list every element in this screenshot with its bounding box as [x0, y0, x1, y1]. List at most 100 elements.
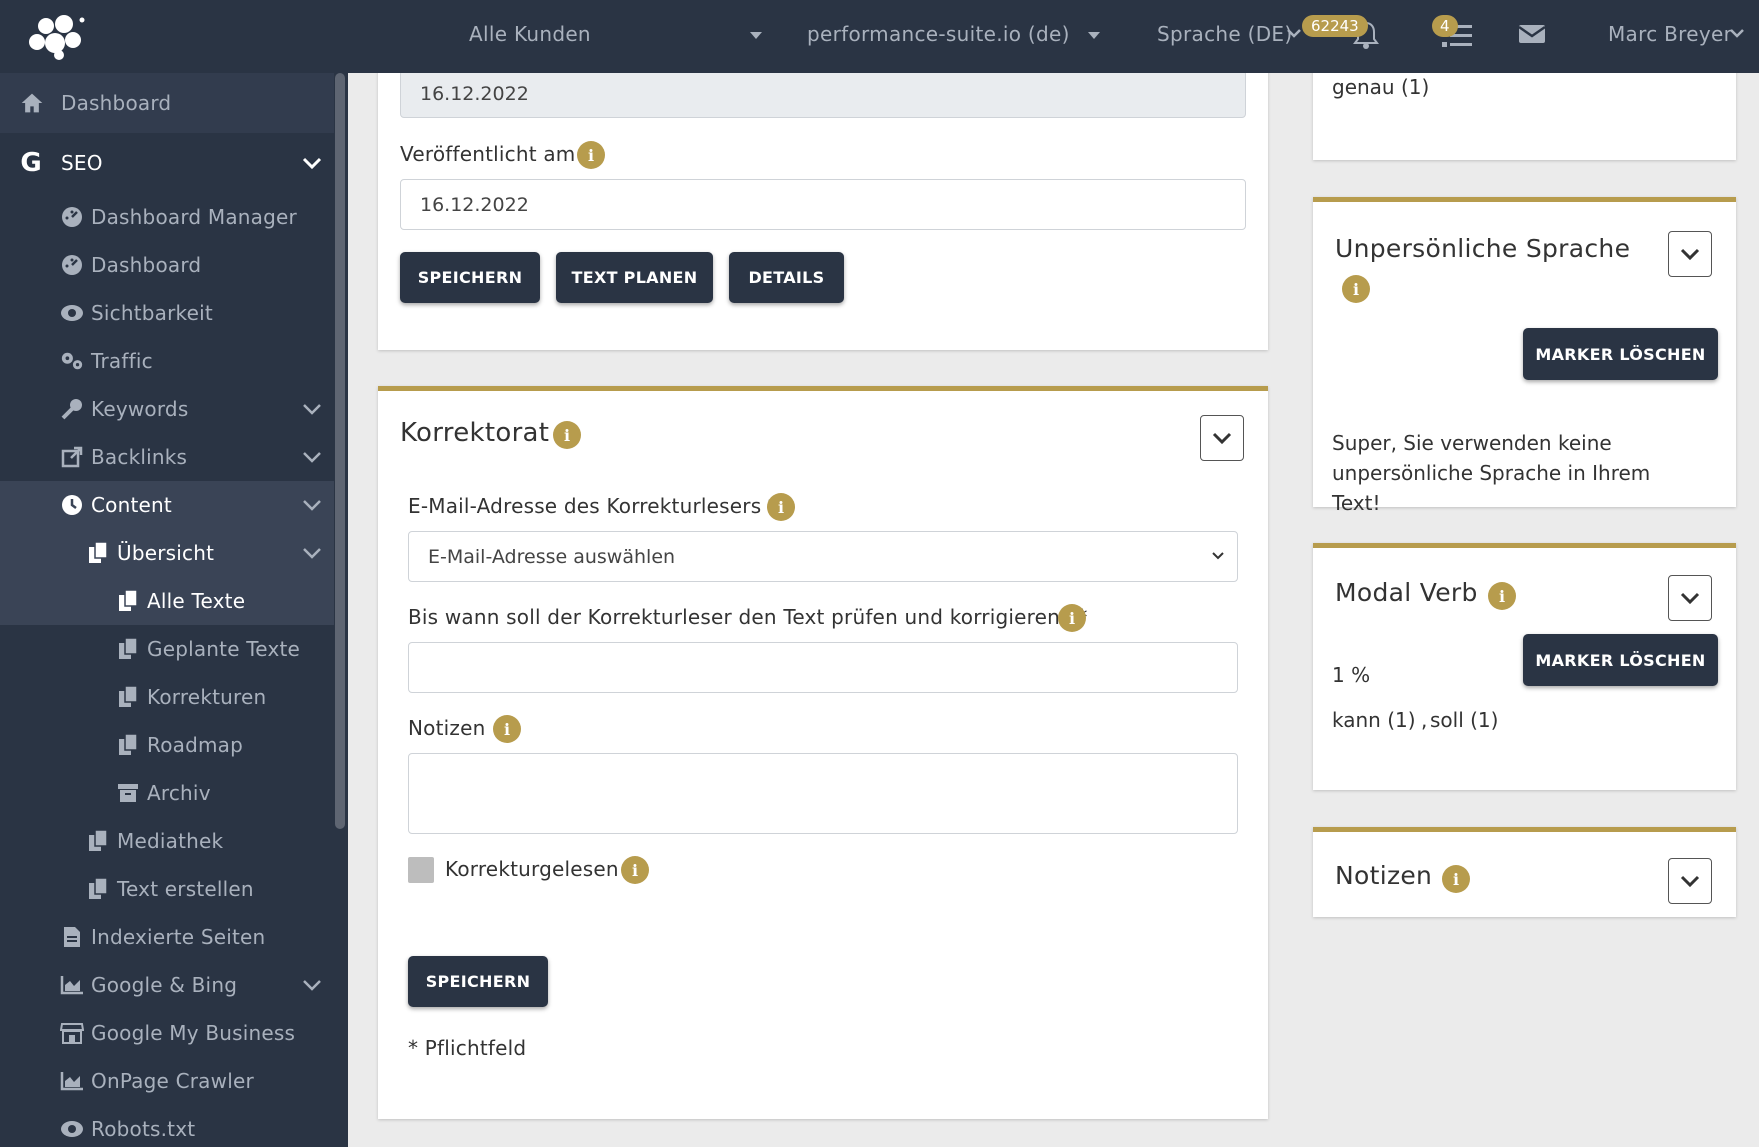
korrektorat-title: Korrektorat: [400, 418, 550, 448]
sidebar: Dashboard G SEO Dashboard Manager Dashbo…: [0, 73, 348, 1147]
copy-icon: [116, 733, 140, 757]
info-icon[interactable]: i: [493, 715, 521, 743]
save-button[interactable]: SPEICHERN: [400, 252, 540, 303]
save-button[interactable]: SPEICHERN: [408, 956, 548, 1007]
app-logo[interactable]: [24, 14, 92, 60]
details-button[interactable]: DETAILS: [729, 252, 844, 303]
deadline-input[interactable]: [408, 642, 1238, 693]
sidebar-item-traffic[interactable]: Traffic: [0, 337, 334, 385]
sidebar-item-sichtbarkeit[interactable]: Sichtbarkeit: [0, 289, 334, 337]
impersonal-collapse-button[interactable]: [1668, 231, 1712, 277]
korrektorat-collapse-button[interactable]: [1200, 415, 1244, 461]
chevron-down-icon: [1680, 875, 1700, 888]
word-separator: ,: [1421, 708, 1428, 732]
notes-textarea[interactable]: [408, 753, 1238, 834]
sidebar-item-google-bing[interactable]: Google & Bing: [0, 961, 334, 1009]
info-icon[interactable]: i: [1058, 604, 1086, 632]
copy-icon: [86, 829, 110, 853]
sidebar-item-indexierte-seiten[interactable]: Indexierte Seiten: [0, 913, 334, 961]
info-icon[interactable]: i: [767, 493, 795, 521]
key-icon: [60, 397, 84, 421]
impersonal-title: Unpersönliche Sprache: [1335, 234, 1631, 263]
clear-marker-button[interactable]: MARKER LÖSCHEN: [1523, 634, 1718, 686]
notes-label: Notizen: [408, 716, 486, 740]
user-menu[interactable]: Marc Breyer: [1608, 22, 1732, 46]
domain-caret-icon[interactable]: [1088, 32, 1100, 39]
word-kann-link[interactable]: kann (1): [1332, 708, 1416, 732]
sidebar-item-seo-dashboard[interactable]: Dashboard: [0, 241, 334, 289]
plan-text-button[interactable]: TEXT PLANEN: [556, 252, 713, 303]
sidebar-item-google-my-business[interactable]: Google My Business: [0, 1009, 334, 1057]
required-note: * Pflichtfeld: [408, 1036, 527, 1060]
sidebar-item-alle-texte[interactable]: Alle Texte: [0, 577, 334, 625]
top-right-card: genau (1): [1313, 60, 1736, 160]
gauge-icon: [60, 205, 84, 229]
copy-icon: [116, 685, 140, 709]
genau-link[interactable]: genau (1): [1332, 75, 1429, 99]
backlinks-chevron-icon[interactable]: [301, 450, 323, 464]
publish-card: 16.12.2022 Veröffentlicht am i 16.12.202…: [378, 60, 1268, 350]
info-icon[interactable]: i: [553, 421, 581, 449]
uebersicht-chevron-icon[interactable]: [301, 546, 323, 560]
chevron-down-icon: [1680, 592, 1700, 605]
content-chevron-icon[interactable]: [301, 498, 323, 512]
sidebar-item-dashboard[interactable]: Dashboard: [0, 73, 334, 133]
modal-verb-card: Modal Verb i MARKER LÖSCHEN 1 % kann (1)…: [1313, 543, 1736, 790]
copy-icon: [116, 589, 140, 613]
google-bing-chevron-icon[interactable]: [301, 978, 323, 992]
customer-select[interactable]: Alle Kunden: [469, 22, 591, 46]
mail-icon[interactable]: [1518, 23, 1546, 45]
korrektorat-card: Korrektorat i E-Mail-Adresse des Korrekt…: [378, 386, 1268, 1119]
proofread-checkbox[interactable]: [408, 857, 434, 883]
info-icon[interactable]: i: [1342, 275, 1370, 303]
domain-select[interactable]: performance-suite.io (de): [807, 22, 1070, 46]
modal-verb-collapse-button[interactable]: [1668, 575, 1712, 621]
sidebar-item-keywords[interactable]: Keywords: [0, 385, 334, 433]
sidebar-item-dashboard-manager[interactable]: Dashboard Manager: [0, 193, 334, 241]
notification-badge[interactable]: 62243: [1302, 15, 1368, 37]
sidebar-item-uebersicht[interactable]: Übersicht: [0, 529, 334, 577]
user-chevron-icon[interactable]: [1729, 27, 1745, 39]
tasks-badge[interactable]: 4: [1432, 15, 1458, 37]
customer-caret-icon[interactable]: [750, 32, 762, 39]
google-icon: G: [20, 148, 42, 178]
keywords-chevron-icon[interactable]: [301, 402, 323, 416]
store-icon: [60, 1021, 84, 1045]
proofread-label: Korrekturgelesen: [445, 857, 619, 881]
proofreader-email-select[interactable]: E-Mail-Adresse auswählen: [408, 531, 1238, 582]
email-label: E-Mail-Adresse des Korrekturlesers *: [408, 494, 779, 518]
info-icon[interactable]: i: [577, 141, 605, 169]
sidebar-item-text-erstellen[interactable]: Text erstellen: [0, 865, 334, 913]
word-soll-link[interactable]: soll (1): [1430, 708, 1498, 732]
proofreader-email-value: E-Mail-Adresse auswählen: [428, 545, 676, 568]
notes-card: Notizen i: [1313, 827, 1736, 917]
info-icon[interactable]: i: [621, 856, 649, 884]
sidebar-item-roadmap[interactable]: Roadmap: [0, 721, 334, 769]
copy-icon: [86, 541, 110, 565]
info-icon[interactable]: i: [1442, 865, 1470, 893]
sidebar-item-mediathek[interactable]: Mediathek: [0, 817, 334, 865]
area-chart-icon: [60, 1069, 84, 1093]
clear-marker-button[interactable]: MARKER LÖSCHEN: [1523, 328, 1718, 380]
sidebar-item-archiv[interactable]: Archiv: [0, 769, 334, 817]
language-select[interactable]: Sprache (DE): [1157, 22, 1292, 46]
sidebar-item-content[interactable]: Content: [0, 481, 334, 529]
sidebar-item-korrekturen[interactable]: Korrekturen: [0, 673, 334, 721]
sidebar-item-backlinks[interactable]: Backlinks: [0, 433, 334, 481]
sidebar-item-seo[interactable]: G SEO: [0, 133, 334, 193]
sidebar-scrollbar[interactable]: [335, 73, 345, 829]
sidebar-item-onpage-crawler[interactable]: OnPage Crawler: [0, 1057, 334, 1105]
chevron-down-icon: [1212, 432, 1232, 445]
chevron-down-icon: [1680, 248, 1700, 261]
seo-chevron-icon[interactable]: [301, 156, 323, 170]
sidebar-item-geplante-texte[interactable]: Geplante Texte: [0, 625, 334, 673]
area-chart-icon: [60, 973, 84, 997]
external-link-icon: [60, 445, 84, 469]
language-chevron-icon[interactable]: [1286, 27, 1302, 39]
notes-collapse-button[interactable]: [1668, 858, 1712, 904]
published-date-field[interactable]: 16.12.2022: [400, 179, 1246, 230]
home-icon: [20, 91, 44, 115]
sidebar-item-robots[interactable]: Robots.txt: [0, 1105, 334, 1147]
info-icon[interactable]: i: [1488, 582, 1516, 610]
gears-icon: [60, 349, 84, 373]
